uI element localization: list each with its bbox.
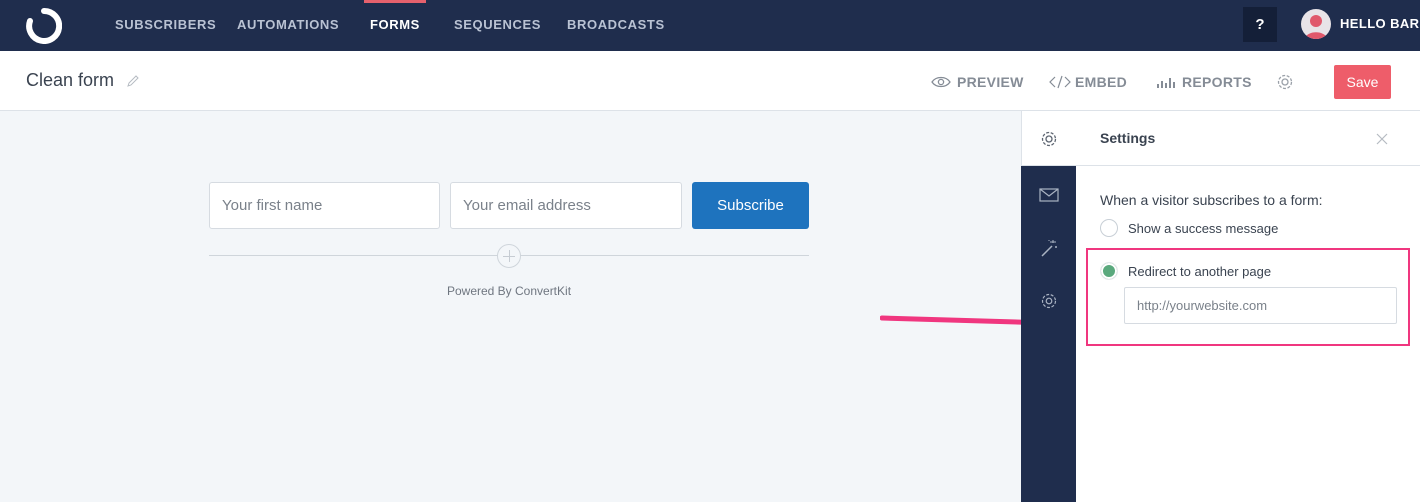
avatar[interactable] bbox=[1301, 9, 1331, 39]
close-icon[interactable] bbox=[1376, 133, 1388, 145]
help-button[interactable]: ? bbox=[1243, 7, 1277, 42]
magic-wand-icon[interactable] bbox=[1038, 237, 1060, 259]
preview-label: PREVIEW bbox=[957, 74, 1024, 90]
settings-tab[interactable] bbox=[1021, 111, 1076, 166]
email-field[interactable]: Your email address bbox=[450, 182, 682, 229]
embed-label: EMBED bbox=[1075, 74, 1128, 90]
convertkit-logo-icon[interactable] bbox=[26, 8, 62, 44]
account-name[interactable]: HELLO BAR bbox=[1340, 0, 1419, 47]
user-avatar-icon bbox=[1305, 15, 1327, 39]
nav-item-sequences[interactable]: SEQUENCES bbox=[454, 0, 541, 51]
settings-title: Settings bbox=[1100, 130, 1156, 146]
envelope-icon[interactable] bbox=[1038, 184, 1060, 206]
redirect-question: When a visitor subscribes to a form: bbox=[1100, 192, 1323, 208]
nav-item-forms[interactable]: FORMS bbox=[364, 0, 426, 51]
success-message-radio[interactable] bbox=[1100, 219, 1118, 237]
subscribe-button[interactable]: Subscribe bbox=[692, 182, 809, 229]
pencil-icon[interactable] bbox=[126, 74, 140, 88]
save-button[interactable]: Save bbox=[1334, 65, 1391, 99]
eye-icon bbox=[931, 76, 951, 88]
nav-item-broadcasts[interactable]: BROADCASTS bbox=[567, 0, 665, 51]
page-title[interactable]: Clean form bbox=[26, 70, 114, 91]
powered-by-text: Powered By ConvertKit bbox=[446, 284, 572, 298]
highlight-annotation bbox=[1086, 248, 1410, 346]
form-header: Clean form PREVIEW EMBED REPORTS bbox=[0, 51, 1420, 111]
settings-gear-icon bbox=[1041, 131, 1057, 147]
advanced-gear-icon[interactable] bbox=[1038, 290, 1060, 312]
code-icon bbox=[1049, 75, 1071, 89]
nav-item-automations[interactable]: AUTOMATIONS bbox=[237, 0, 339, 51]
reports-label: REPORTS bbox=[1182, 74, 1252, 90]
top-nav: SUBSCRIBERS AUTOMATIONS FORMS SEQUENCES … bbox=[0, 0, 1420, 51]
first-name-field[interactable]: Your first name bbox=[209, 182, 440, 229]
nav-item-subscribers[interactable]: SUBSCRIBERS bbox=[115, 0, 216, 51]
success-message-label[interactable]: Show a success message bbox=[1128, 221, 1278, 236]
gear-icon[interactable] bbox=[1275, 72, 1295, 92]
bar-chart-icon bbox=[1157, 78, 1175, 88]
add-field-icon[interactable] bbox=[497, 244, 521, 268]
